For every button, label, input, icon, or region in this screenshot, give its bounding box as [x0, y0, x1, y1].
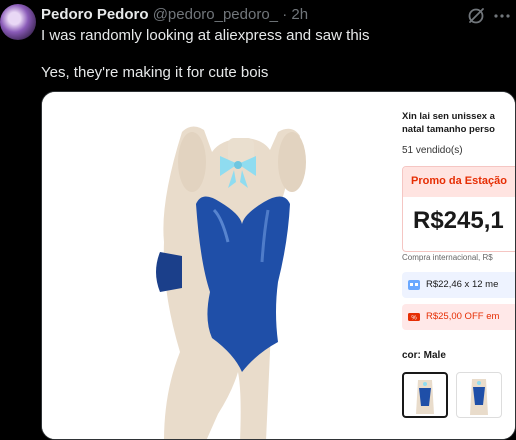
avatar[interactable]: [0, 4, 36, 40]
coupon-icon: %: [408, 313, 420, 322]
author-handle[interactable]: @pedoro_pedoro_: [153, 6, 278, 23]
product-title-line2: natal tamanho perso: [402, 124, 495, 135]
promo-label: Promo da Estação: [411, 175, 507, 187]
tweet-text-line2: Yes, they're making it for cute bois: [41, 64, 269, 81]
color-option-alt[interactable]: [456, 372, 502, 418]
timestamp[interactable]: 2h: [291, 6, 308, 23]
media-card[interactable]: Xin lai sen unissex a natal tamanho pers…: [41, 91, 516, 440]
coupon-text: R$25,00 OFF em: [426, 311, 500, 322]
product-title-line1: Xin lai sen unissex a: [402, 111, 495, 122]
tweet-header: Pedoro Pedoro @pedoro_pedoro_ · 2h: [41, 6, 308, 23]
sold-count: 51 vendido(s): [402, 145, 463, 156]
price: R$245,1: [413, 207, 504, 234]
installment-pill[interactable]: R$22,46 x 12 me: [402, 272, 515, 298]
color-option-male[interactable]: [402, 372, 448, 418]
product-info-panel: Xin lai sen unissex a natal tamanho pers…: [394, 92, 515, 439]
svg-text:%: %: [411, 316, 417, 322]
price-box: Promo da Estação R$245,1: [402, 166, 515, 252]
separator-dot: ·: [282, 6, 288, 23]
product-title[interactable]: Xin lai sen unissex a natal tamanho pers…: [402, 110, 495, 136]
coupon-pill[interactable]: % R$25,00 OFF em: [402, 304, 515, 330]
thumbnail-image: [470, 379, 488, 415]
author-name[interactable]: Pedoro Pedoro: [41, 6, 149, 23]
international-note: Compra internacional, R$: [402, 253, 493, 262]
color-label: cor: Male: [402, 350, 446, 361]
card-icon: [408, 280, 420, 290]
product-photo[interactable]: [42, 92, 394, 439]
mannequin-costume-image: [156, 126, 306, 439]
more-icon[interactable]: [492, 8, 512, 24]
thumbnail-image: [416, 380, 434, 414]
tweet-text-line1: I was randomly looking at aliexpress and…: [41, 27, 370, 44]
grok-icon[interactable]: [466, 6, 486, 26]
installment-text: R$22,46 x 12 me: [426, 279, 499, 290]
